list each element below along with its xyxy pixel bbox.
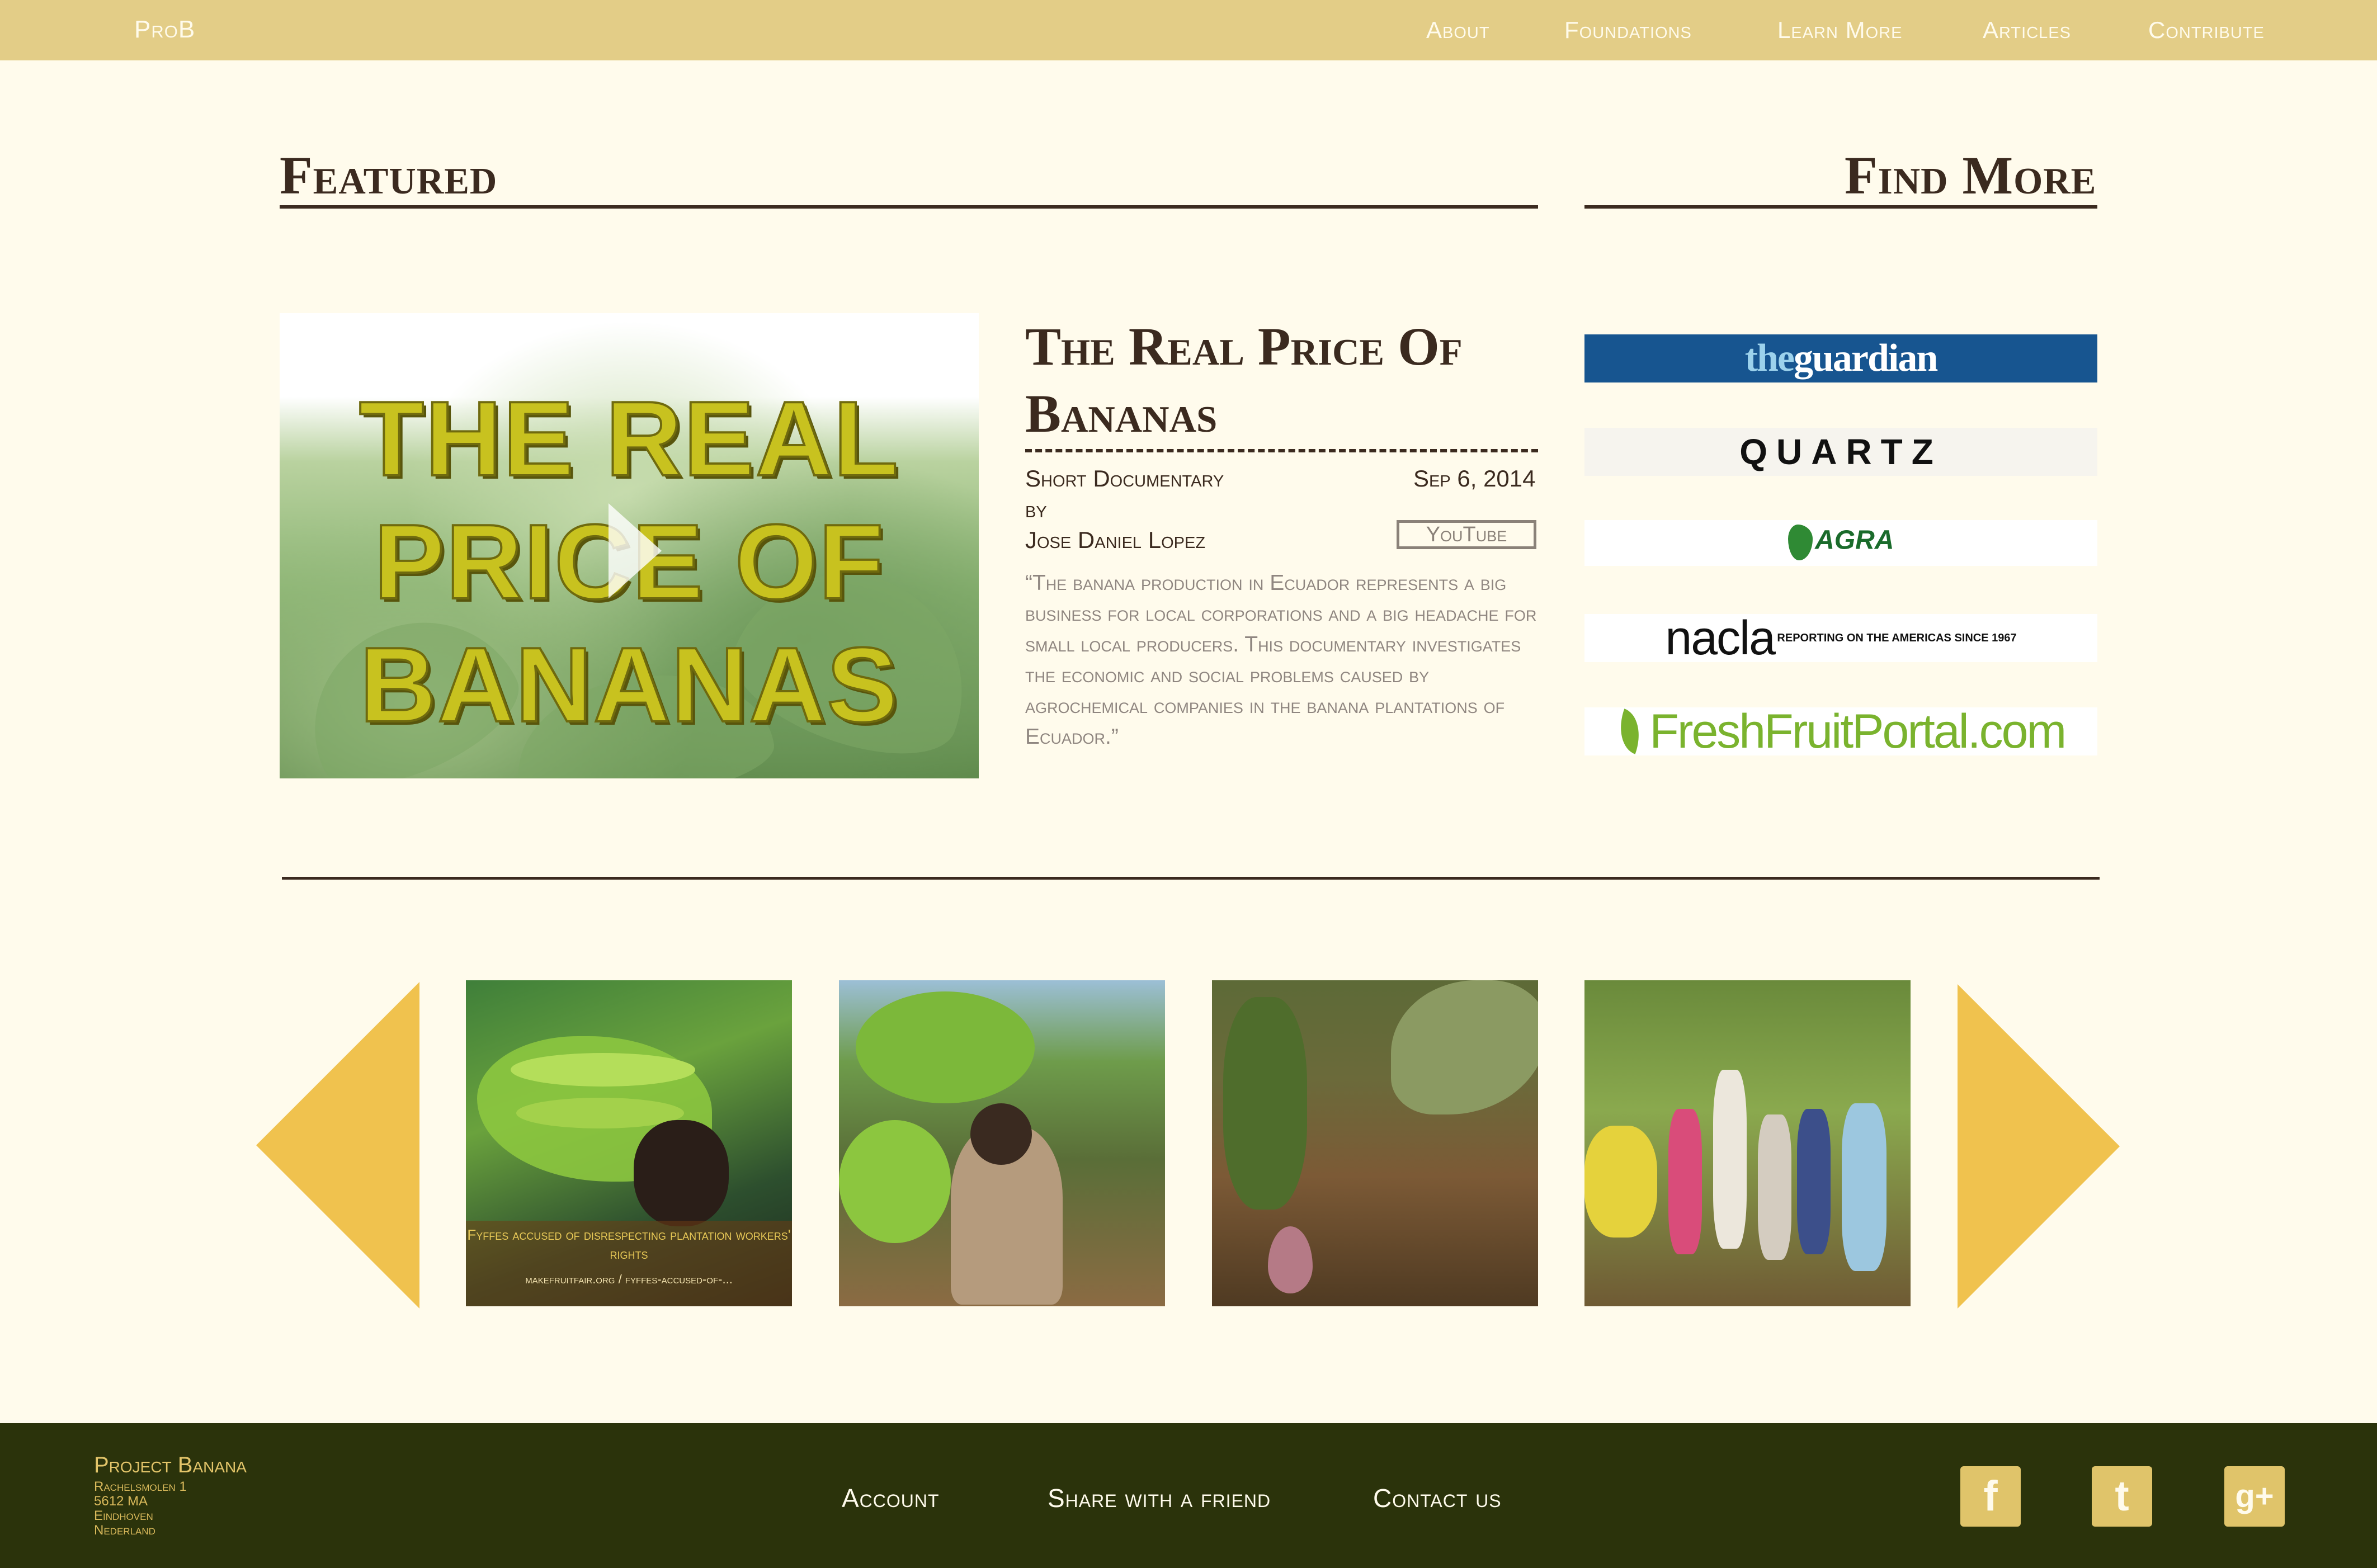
footer-brand: Project Banana bbox=[94, 1453, 247, 1477]
guardian-logo-link[interactable]: theguardian bbox=[1584, 334, 2097, 382]
quartz-logo-link[interactable]: QUARTZ bbox=[1584, 428, 2097, 476]
play-icon[interactable] bbox=[609, 503, 662, 598]
footer-address-line: Nederland bbox=[94, 1523, 155, 1538]
section-divider bbox=[282, 877, 2100, 880]
freshfruitportal-logo-link[interactable]: FreshFruitPortal.com bbox=[1584, 707, 2097, 755]
featured-heading-rule bbox=[280, 205, 1538, 209]
featured-date: Sep 6, 2014 bbox=[1413, 465, 1536, 492]
featured-type: Short Documentary bbox=[1025, 465, 1224, 492]
find-more-heading: Find More bbox=[1845, 145, 2097, 205]
nav-link-articles[interactable]: Articles bbox=[1983, 17, 2071, 44]
leaf-icon bbox=[1611, 709, 1649, 754]
footer-address-line: Rachelsmolen 1 bbox=[94, 1479, 187, 1494]
featured-by-label: by bbox=[1025, 496, 1047, 522]
find-more-heading-rule bbox=[1584, 205, 2097, 209]
footer-link-account[interactable]: Account bbox=[842, 1483, 940, 1513]
nav-link-contribute[interactable]: Contribute bbox=[2148, 17, 2265, 44]
africa-map-icon bbox=[1788, 525, 1813, 560]
featured-title-line-2: Bananas bbox=[1025, 384, 1218, 443]
nav-link-about[interactable]: About bbox=[1426, 17, 1490, 44]
featured-description: “The banana production in Ecuador repres… bbox=[1025, 571, 1537, 749]
footer-address-line: Eindhoven bbox=[94, 1508, 153, 1523]
carousel-next-arrow-icon[interactable] bbox=[1958, 984, 2120, 1309]
carousel-card-4[interactable] bbox=[1584, 980, 1911, 1306]
nacla-logo-link[interactable]: nacla REPORTING ON THE AMERICAS SINCE 19… bbox=[1584, 614, 2097, 662]
carousel-card-1[interactable]: Fyffes accused of disrespecting plantati… bbox=[466, 980, 792, 1306]
nav-link-foundations[interactable]: Foundations bbox=[1564, 17, 1692, 44]
footer-link-share[interactable]: Share with a friend bbox=[1048, 1483, 1271, 1513]
youtube-source-button[interactable]: YouTube bbox=[1397, 520, 1536, 549]
agra-logo-link[interactable]: AGRA bbox=[1584, 520, 2097, 566]
carousel-card-caption: Fyffes accused of disrespecting plantati… bbox=[466, 1221, 792, 1306]
featured-title-divider bbox=[1025, 449, 1538, 452]
carousel-prev-arrow-icon[interactable] bbox=[256, 982, 419, 1309]
featured-title-line-1: The Real Price Of bbox=[1025, 317, 1463, 376]
footer-link-contact[interactable]: Contact us bbox=[1373, 1483, 1502, 1513]
top-nav-bar: ProB About Foundations Learn More Articl… bbox=[0, 0, 2377, 60]
facebook-icon[interactable]: f bbox=[1960, 1466, 2021, 1527]
carousel-card-caption-link[interactable]: makefruitfair.org / fyffes-accused-of-..… bbox=[466, 1272, 792, 1287]
thumbnail-title-line-3: BANANAS bbox=[359, 626, 899, 744]
carousel-card-2[interactable] bbox=[839, 980, 1165, 1306]
featured-title[interactable]: The Real Price Of Bananas bbox=[1025, 313, 1557, 447]
brand-logo-link[interactable]: ProB bbox=[134, 16, 195, 44]
twitter-icon[interactable]: t bbox=[2092, 1466, 2152, 1527]
google-plus-icon[interactable]: g+ bbox=[2224, 1466, 2285, 1527]
featured-video-thumbnail[interactable]: THE REAL PRICE OF BANANAS bbox=[280, 313, 979, 778]
featured-heading: Featured bbox=[280, 145, 498, 205]
carousel-card-3[interactable] bbox=[1212, 980, 1538, 1306]
featured-author: Jose Daniel Lopez bbox=[1025, 527, 1206, 553]
footer-address-line: 5612 MA bbox=[94, 1494, 148, 1509]
nav-link-learn-more[interactable]: Learn More bbox=[1777, 17, 1902, 44]
thumbnail-title-line-1: THE REAL bbox=[358, 380, 899, 498]
carousel-card-caption-title: Fyffes accused of disrespecting plantati… bbox=[467, 1226, 791, 1262]
